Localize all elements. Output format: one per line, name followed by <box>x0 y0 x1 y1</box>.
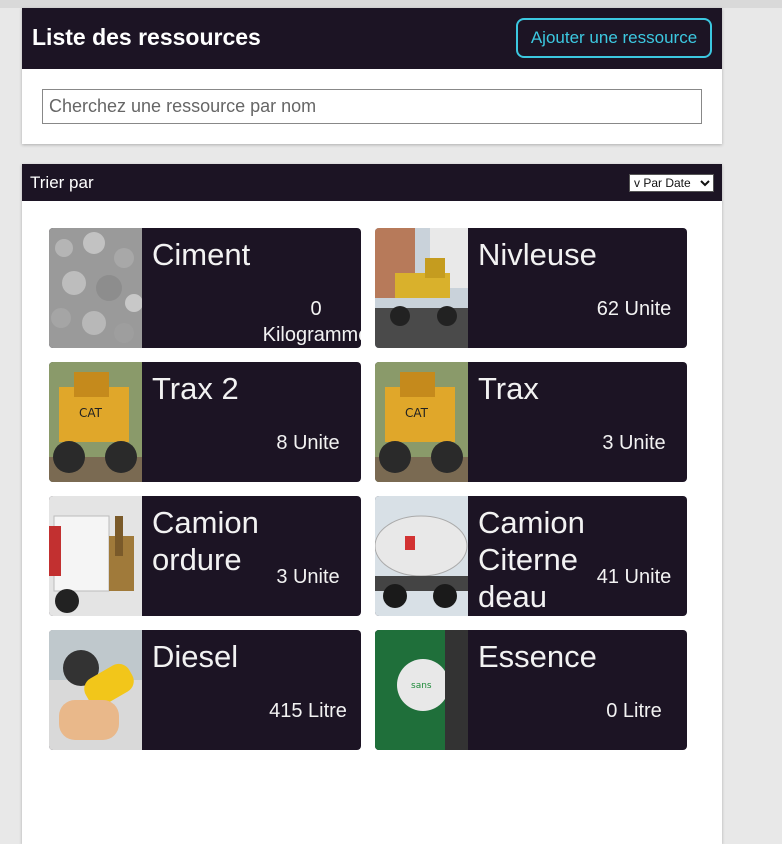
resource-quantity: 3 Unite <box>602 432 666 454</box>
resource-card[interactable]: Diesel 415 Litre <box>49 630 361 750</box>
resource-card[interactable]: CAT Trax 2 8 Unite <box>49 362 361 482</box>
page-title: Liste des ressources <box>32 24 261 50</box>
resource-card[interactable]: Nivleuse 62 Unite <box>375 228 687 348</box>
resource-name: Essence <box>478 639 597 674</box>
svg-text:CAT: CAT <box>405 406 429 420</box>
resource-quantity: 415 Litre <box>269 700 347 722</box>
resource-name: Trax <box>478 371 539 406</box>
resource-name: Trax 2 <box>152 371 239 406</box>
add-resource-button[interactable]: Ajouter une ressource <box>516 18 712 58</box>
sort-bar: Trier par v Par Date <box>22 164 722 201</box>
resource-quantity: 0 Litre <box>606 700 662 722</box>
resource-card[interactable]: sans Essence 0 Litre <box>375 630 687 750</box>
loader-image: CAT <box>49 362 142 482</box>
tanker-image <box>375 496 468 616</box>
top-strip <box>0 0 782 8</box>
diesel-nozzle-image <box>49 630 142 750</box>
resource-card[interactable]: Ciment 0 Kilogramme <box>49 228 361 348</box>
svg-text:CAT: CAT <box>79 406 103 420</box>
resource-name: Diesel <box>152 639 239 674</box>
header-bar: Liste des ressources Ajouter une ressour… <box>22 8 722 69</box>
garbage-truck-image <box>49 496 142 616</box>
grader-image <box>375 228 468 348</box>
resource-list-panel: Trier par v Par Date Ciment 0 Kilogramme… <box>22 164 722 844</box>
fuel-nozzle-image: sans <box>375 630 468 750</box>
resource-name: Nivleuse <box>478 237 597 272</box>
sort-select[interactable]: v Par Date <box>629 174 714 192</box>
resource-card[interactable]: Camion Citerne deau 41 Unite <box>375 496 687 616</box>
svg-text:sans: sans <box>411 681 432 691</box>
resource-quantity: 62 Unite <box>596 298 672 320</box>
search-input[interactable] <box>42 89 702 124</box>
resource-name: Camion Citerne deau <box>478 505 585 614</box>
header-panel: Liste des ressources Ajouter une ressour… <box>22 8 722 144</box>
resource-quantity: 41 Unite <box>596 566 672 588</box>
resource-card[interactable]: Camion ordure 3 Unite <box>49 496 361 616</box>
resource-quantity: 3 Unite <box>276 566 340 588</box>
resource-quantity: 0 Kilogramme <box>262 298 361 346</box>
cement-image <box>49 228 142 348</box>
resource-card[interactable]: CAT Trax 3 Unite <box>375 362 687 482</box>
loader-image: CAT <box>375 362 468 482</box>
sort-label: Trier par <box>30 173 94 192</box>
resource-name: Ciment <box>152 237 251 272</box>
resource-quantity: 8 Unite <box>276 432 340 454</box>
